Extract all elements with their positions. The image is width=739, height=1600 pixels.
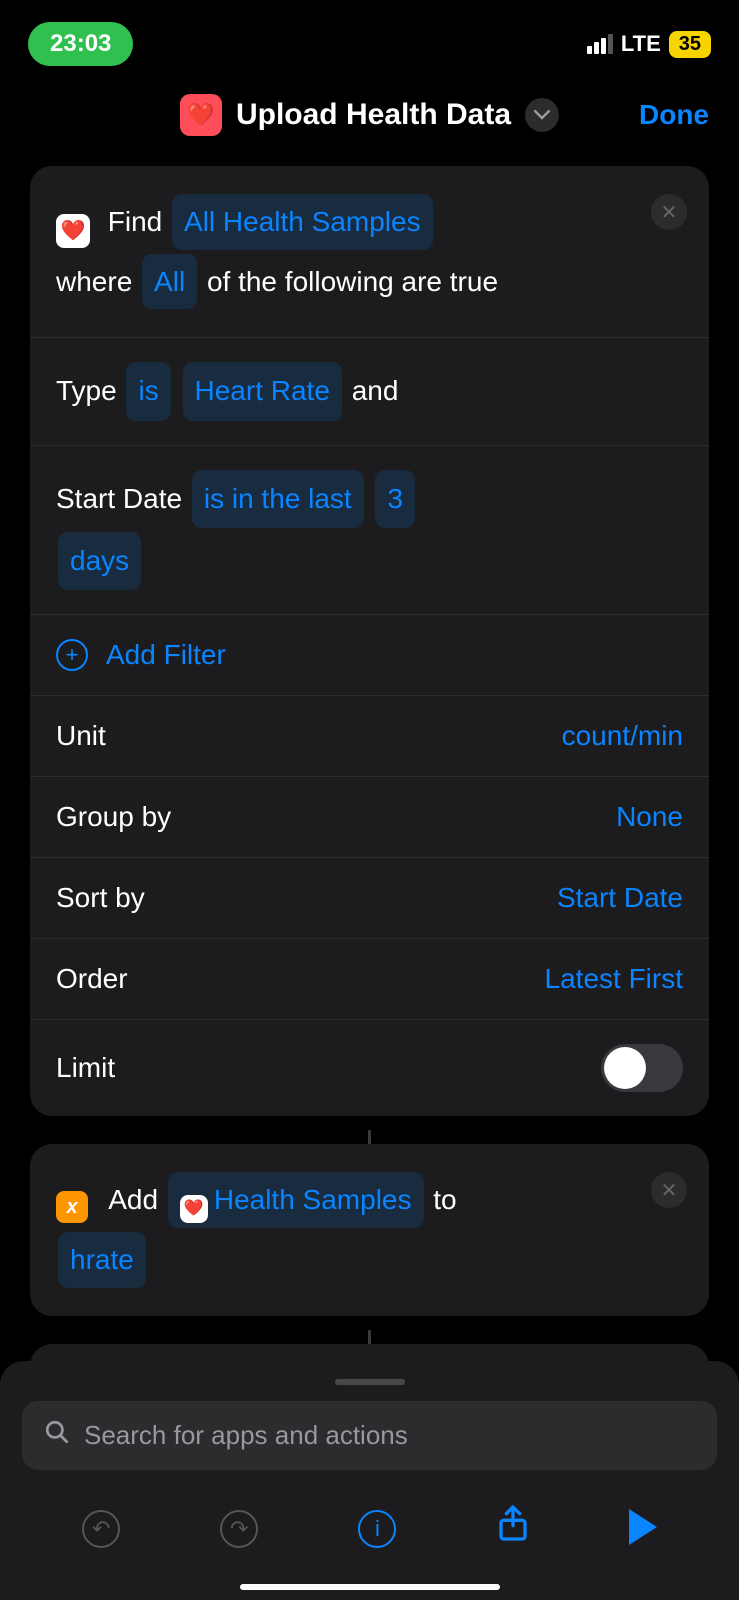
search-input[interactable]: Search for apps and actions: [22, 1401, 717, 1470]
sortby-row[interactable]: Sort by Start Date: [30, 857, 709, 938]
page-title: Upload Health Data: [236, 98, 511, 132]
action-connector: [368, 1330, 371, 1344]
redo-button[interactable]: ↷: [220, 1507, 258, 1548]
order-label: Order: [56, 963, 128, 995]
groupby-row[interactable]: Group by None: [30, 776, 709, 857]
order-value[interactable]: Latest First: [545, 963, 683, 995]
all-condition-token[interactable]: All: [142, 254, 197, 310]
order-row[interactable]: Order Latest First: [30, 938, 709, 1019]
network-label: LTE: [621, 31, 661, 57]
add-action-summary: x Add ❤️Health Samples to hrate: [30, 1144, 709, 1315]
groupby-label: Group by: [56, 801, 171, 833]
unit-value[interactable]: count/min: [562, 720, 683, 752]
chevron-down-icon[interactable]: [525, 98, 559, 132]
variable-icon: x: [56, 1191, 88, 1223]
health-samples-token[interactable]: ❤️Health Samples: [168, 1172, 424, 1228]
and-label: and: [352, 375, 399, 406]
all-health-samples-token[interactable]: All Health Samples: [172, 194, 433, 250]
filter-field: Type: [56, 375, 117, 406]
filter-unit-token[interactable]: days: [58, 532, 141, 590]
play-icon: [629, 1509, 657, 1545]
home-indicator[interactable]: [240, 1584, 500, 1590]
run-button[interactable]: [629, 1509, 657, 1545]
find-action-summary: ❤️ Find All Health Samples where All of …: [30, 166, 709, 337]
plus-circle-icon: +: [56, 639, 88, 671]
undo-button[interactable]: ↶: [82, 1507, 120, 1548]
to-label: to: [433, 1184, 456, 1215]
done-button[interactable]: Done: [639, 99, 709, 131]
find-health-samples-card: ✕ ❤️ Find All Health Samples where All o…: [30, 166, 709, 1116]
filter-startdate-row[interactable]: Start Date is in the last 3 days: [30, 445, 709, 615]
filter-op-token[interactable]: is: [126, 362, 170, 420]
status-bar: 23:03 LTE 35: [0, 0, 739, 70]
signal-icon: [587, 34, 613, 54]
where-label: where: [56, 266, 132, 297]
filter-op-token[interactable]: is in the last: [192, 470, 364, 528]
share-button[interactable]: [497, 1504, 529, 1550]
info-button[interactable]: i: [358, 1507, 396, 1548]
action-connector: [368, 1130, 371, 1144]
add-filter-label: Add Filter: [106, 639, 226, 671]
add-label: Add: [108, 1184, 158, 1215]
header: ❤️ Upload Health Data Done: [0, 70, 739, 166]
sheet-grabber[interactable]: [335, 1379, 405, 1385]
battery-pill: 35: [669, 31, 711, 58]
sortby-label: Sort by: [56, 882, 145, 914]
status-time-pill[interactable]: 23:03: [28, 22, 133, 66]
health-app-icon: ❤️: [180, 94, 222, 136]
health-icon: ❤️: [56, 214, 90, 248]
search-icon: [44, 1419, 70, 1452]
filter-type-row[interactable]: Type is Heart Rate and: [30, 337, 709, 444]
filter-num-token[interactable]: 3: [375, 470, 415, 528]
add-filter-button[interactable]: + Add Filter: [30, 614, 709, 695]
find-label: Find: [108, 206, 162, 237]
close-icon[interactable]: ✕: [651, 194, 687, 230]
filter-value-token[interactable]: Heart Rate: [183, 362, 342, 420]
search-sheet: Search for apps and actions ↶ ↷ i: [0, 1361, 739, 1600]
search-placeholder: Search for apps and actions: [84, 1420, 408, 1451]
limit-row: Limit: [30, 1019, 709, 1116]
header-title-group: ❤️ Upload Health Data: [180, 94, 559, 136]
hrate-var-token[interactable]: hrate: [58, 1232, 146, 1288]
add-to-variable-card: ✕ x Add ❤️Health Samples to hrate: [30, 1144, 709, 1315]
limit-toggle[interactable]: [601, 1044, 683, 1092]
unit-label: Unit: [56, 720, 106, 752]
filter-field: Start Date: [56, 483, 182, 514]
bottom-toolbar: ↶ ↷ i: [22, 1470, 717, 1560]
sortby-value[interactable]: Start Date: [557, 882, 683, 914]
groupby-value[interactable]: None: [616, 801, 683, 833]
unit-row[interactable]: Unit count/min: [30, 695, 709, 776]
status-right: LTE 35: [587, 31, 711, 58]
of-following-label: of the following are true: [207, 266, 498, 297]
limit-label: Limit: [56, 1052, 115, 1084]
